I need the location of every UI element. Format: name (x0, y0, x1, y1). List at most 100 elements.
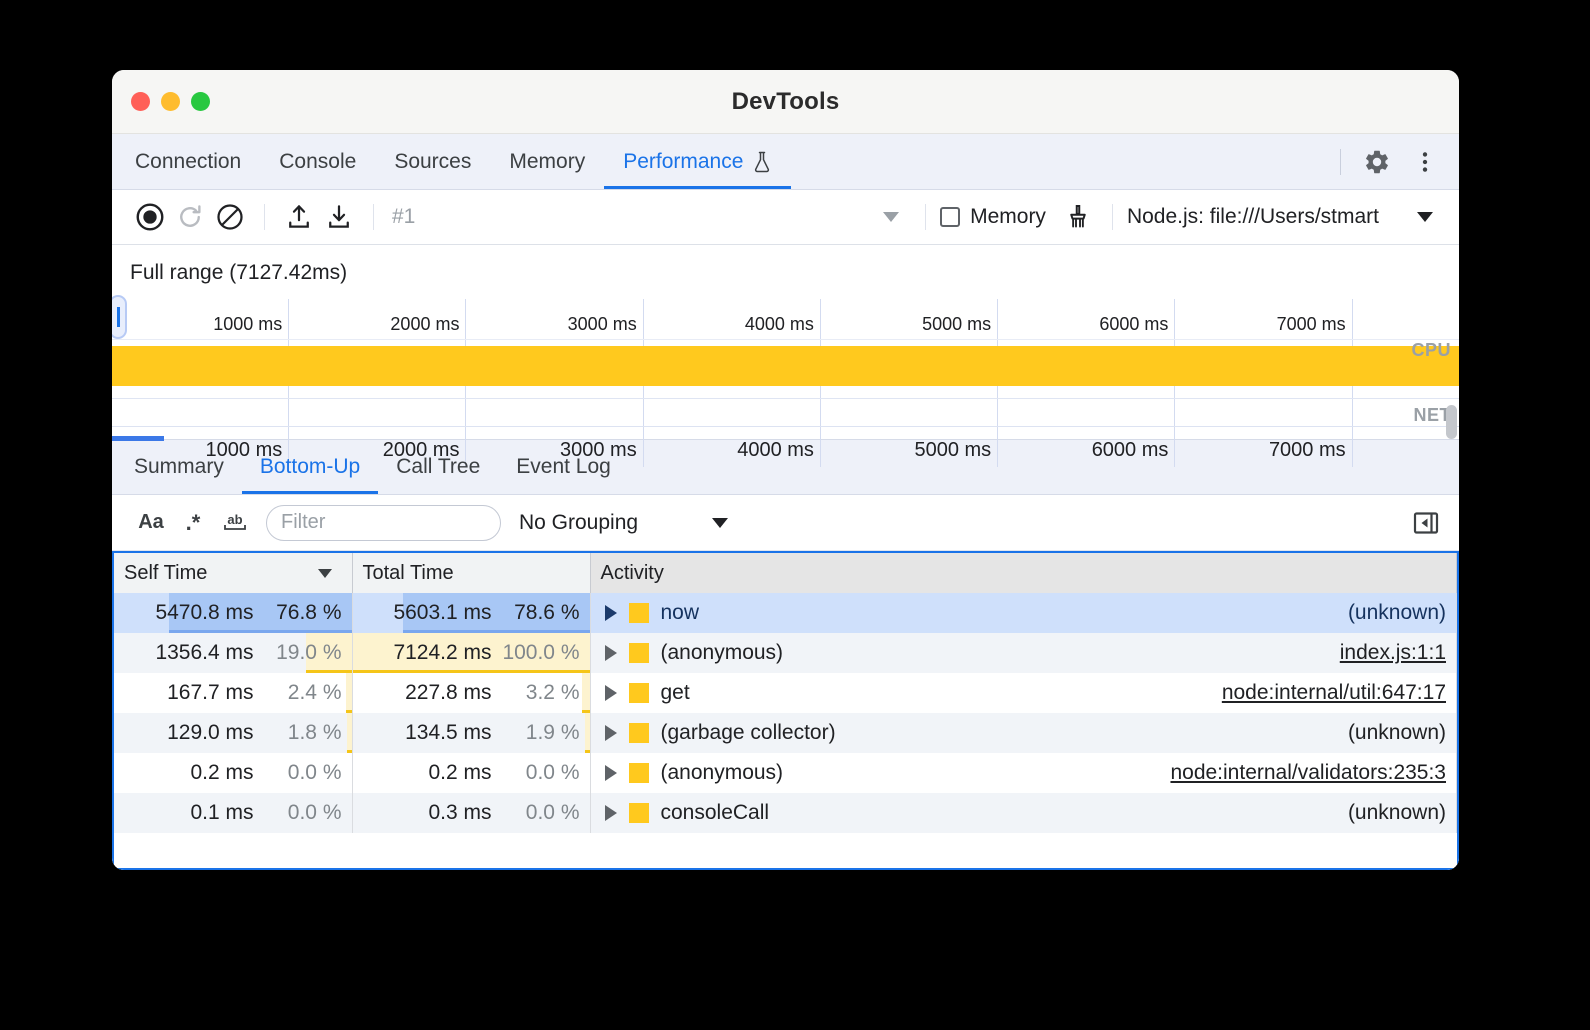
memory-checkbox[interactable]: Memory (940, 205, 1046, 229)
category-color-swatch (629, 683, 649, 703)
tab-console-label: Console (279, 150, 356, 174)
tab-call-tree[interactable]: Call Tree (378, 440, 498, 494)
reload-icon[interactable] (170, 197, 210, 237)
table-row[interactable]: 1356.4 ms19.0 %7124.2 ms100.0 %(anonymou… (114, 633, 1457, 673)
expand-triangle-icon[interactable] (605, 685, 617, 701)
cell-activity: getnode:internal/util:647:17 (590, 673, 1457, 713)
expand-triangle-icon[interactable] (605, 765, 617, 781)
self-time-percent-bar (347, 713, 351, 753)
tab-sources[interactable]: Sources (375, 134, 490, 189)
session-chevron-down-icon[interactable] (871, 197, 911, 237)
tab-performance-label: Performance (623, 150, 743, 174)
source-label: (unknown) (1348, 801, 1446, 825)
bottom-up-table[interactable]: Self Time Total Time Activity (112, 551, 1459, 870)
column-header-total-time[interactable]: Total Time (352, 553, 590, 593)
regex-label: .* (186, 510, 201, 536)
table-row[interactable]: 0.1 ms0.0 %0.3 ms0.0 %consoleCall(unknow… (114, 793, 1457, 833)
category-color-swatch (629, 763, 649, 783)
total-time-ms: 134.5 ms (363, 721, 492, 745)
sort-descending-icon (318, 569, 332, 578)
cpu-track[interactable]: CPU (112, 339, 1459, 399)
overview-scrollbar-thumb[interactable] (1446, 405, 1457, 439)
cell-self-time: 167.7 ms2.4 % (114, 673, 352, 713)
expand-triangle-icon[interactable] (605, 645, 617, 661)
tab-summary[interactable]: Summary (116, 440, 242, 494)
tab-sources-label: Sources (394, 150, 471, 174)
cell-activity: (garbage collector)(unknown) (590, 713, 1457, 753)
cell-activity: (anonymous) index.js:1:1 (590, 633, 1457, 673)
tabbar-divider (1340, 149, 1341, 175)
tab-performance[interactable]: Performance (604, 134, 791, 189)
net-track[interactable]: NET (112, 399, 1459, 427)
total-time-percent: 3.2 % (492, 681, 580, 705)
memory-checkbox-box[interactable] (940, 207, 960, 227)
tab-connection[interactable]: Connection (116, 134, 260, 189)
svg-text:ab: ab (227, 512, 242, 527)
self-time-ms: 0.2 ms (124, 761, 254, 785)
self-time-percent-bar (346, 673, 352, 713)
settings-gear-icon[interactable] (1355, 140, 1399, 184)
table-row[interactable]: 129.0 ms1.8 % 134.5 ms1.9 % (garbage colle… (114, 713, 1457, 753)
source-link[interactable]: index.js:1:1 (1340, 641, 1446, 665)
cell-self-time: 129.0 ms1.8 % (114, 713, 352, 753)
tab-bottom-up[interactable]: Bottom-Up (242, 440, 378, 494)
session-selector-label[interactable]: #1 (392, 205, 415, 229)
expand-triangle-icon[interactable] (605, 605, 617, 621)
expand-triangle-icon[interactable] (605, 725, 617, 741)
toolbar-divider-3 (925, 204, 926, 230)
cpu-utilization-band (112, 346, 1459, 386)
source-label: (unknown) (1348, 601, 1446, 625)
collect-garbage-brush-icon[interactable] (1058, 197, 1098, 237)
whole-word-icon[interactable]: ab (214, 503, 256, 543)
total-time-ms: 0.2 ms (363, 761, 492, 785)
cell-self-time: 0.2 ms0.0 % (114, 753, 352, 793)
clear-prohibit-icon[interactable] (210, 197, 250, 237)
performance-toolbar: #1 Memory Node.js: file:///Users/stmart (112, 190, 1459, 245)
source-link[interactable]: node:internal/validators:235:3 (1170, 761, 1446, 785)
match-case-icon[interactable]: Aa (130, 503, 172, 543)
more-options-kebab-icon[interactable] (1403, 140, 1447, 184)
tab-bottom-up-label: Bottom-Up (260, 455, 360, 479)
record-circle-icon[interactable] (130, 197, 170, 237)
match-case-label: Aa (138, 511, 164, 534)
target-chevron-down-icon[interactable] (1405, 197, 1445, 237)
overview-body[interactable]: 1000 ms2000 ms3000 ms4000 ms5000 ms6000 … (112, 299, 1459, 439)
tab-console[interactable]: Console (260, 134, 375, 189)
table-row[interactable]: 167.7 ms2.4 %227.8 ms3.2 %getnode:intern… (114, 673, 1457, 713)
total-time-percent-bar (585, 713, 590, 753)
expand-triangle-icon[interactable] (605, 805, 617, 821)
download-profile-icon[interactable] (319, 197, 359, 237)
total-time-percent: 1.9 % (492, 721, 580, 745)
filter-toolbar: Aa .* ab No Grouping (112, 495, 1459, 551)
sidebar-toggle-icon[interactable] (1405, 503, 1447, 543)
cell-total-time: 227.8 ms3.2 % (352, 673, 590, 713)
toolbar-divider-1 (264, 204, 265, 230)
timeline-tick-label: 7000 ms (1269, 439, 1346, 462)
activity-name: (garbage collector) (661, 721, 836, 745)
tab-event-log[interactable]: Event Log (498, 440, 629, 494)
column-header-self-time[interactable]: Self Time (114, 553, 352, 593)
self-time-ms: 5470.8 ms (124, 601, 254, 625)
total-time-percent: 100.0 % (492, 641, 580, 665)
source-link[interactable]: node:internal/util:647:17 (1222, 681, 1446, 705)
table-row[interactable]: 5470.8 ms76.8 %5603.1 ms78.6 %now(unknow… (114, 593, 1457, 633)
table-row[interactable]: 0.2 ms0.0 %0.2 ms0.0 %(anonymous)node:in… (114, 753, 1457, 793)
upload-profile-icon[interactable] (279, 197, 319, 237)
window-titlebar: DevTools (112, 70, 1459, 134)
tab-memory[interactable]: Memory (490, 134, 604, 189)
total-time-ms: 7124.2 ms (363, 641, 492, 665)
self-time-percent: 0.0 % (254, 801, 342, 825)
search-input[interactable] (266, 505, 501, 541)
regex-icon[interactable]: .* (172, 503, 214, 543)
grouping-select[interactable]: No Grouping (519, 511, 728, 535)
target-selector-label[interactable]: Node.js: file:///Users/stmart (1127, 205, 1379, 229)
table-header-row: Self Time Total Time Activity (114, 553, 1457, 593)
cell-self-time: 5470.8 ms76.8 % (114, 593, 352, 633)
cell-activity: now(unknown) (590, 593, 1457, 633)
column-header-activity[interactable]: Activity (590, 553, 1457, 593)
selection-handle-left[interactable] (112, 295, 127, 339)
self-time-percent: 1.8 % (254, 721, 342, 745)
category-color-swatch (629, 723, 649, 743)
self-time-percent: 19.0 % (254, 641, 342, 665)
activity-name: (anonymous) (661, 641, 784, 665)
